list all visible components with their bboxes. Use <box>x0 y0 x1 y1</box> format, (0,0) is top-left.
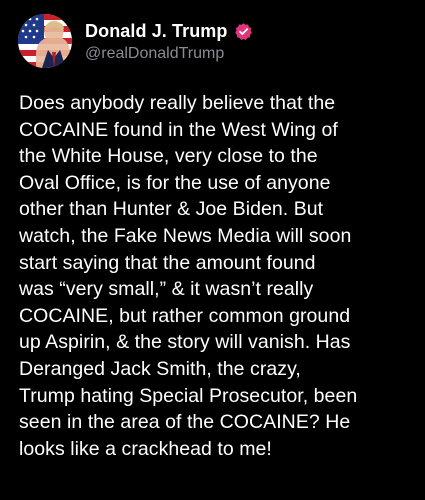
author-handle[interactable]: @realDonaldTrump <box>85 45 253 63</box>
post-card: Donald J. Trump @realDonaldTrump Does an… <box>0 0 425 500</box>
name-row: Donald J. Trump <box>85 19 253 43</box>
author-display-name[interactable]: Donald J. Trump <box>85 21 228 42</box>
avatar[interactable] <box>18 14 72 68</box>
avatar-image <box>18 14 72 68</box>
author-names: Donald J. Trump @realDonaldTrump <box>85 19 253 63</box>
verified-badge-icon <box>234 22 253 41</box>
post-body-text: Does anybody really believe that the COC… <box>19 92 358 460</box>
post-header: Donald J. Trump @realDonaldTrump <box>18 14 407 68</box>
